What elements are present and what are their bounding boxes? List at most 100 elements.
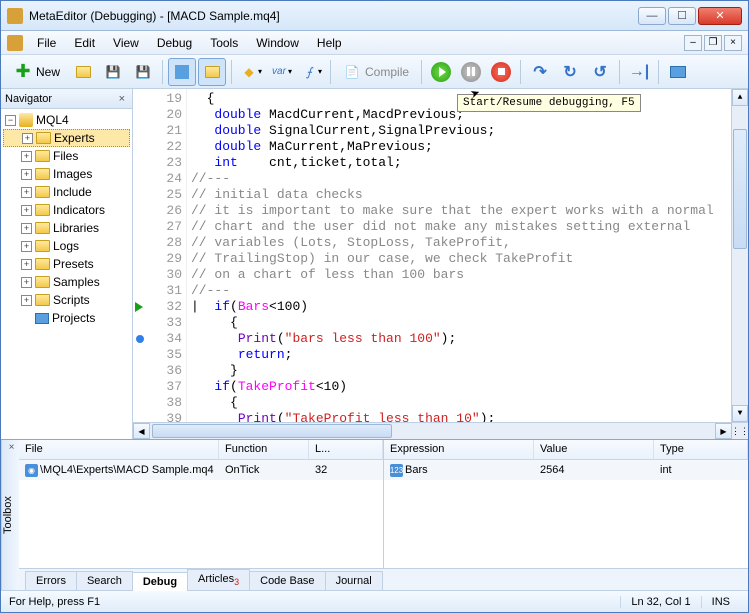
project-icon [35, 313, 49, 324]
tab-errors[interactable]: Errors [25, 571, 77, 590]
open-button[interactable] [69, 58, 97, 86]
stop-debug-button[interactable] [487, 58, 515, 86]
watch-body[interactable]: 123Bars2564int [384, 460, 748, 568]
expand-icon[interactable]: + [21, 205, 32, 216]
mdi-close-button[interactable]: × [724, 35, 742, 51]
scroll-down-button[interactable]: ▼ [732, 405, 748, 422]
toolbox-label: Toolbox × [1, 440, 19, 590]
run-to-button[interactable]: →| [625, 58, 653, 86]
chart-button[interactable] [664, 58, 692, 86]
tree-root[interactable]: −MQL4 [3, 111, 130, 129]
expand-icon[interactable]: + [21, 259, 32, 270]
horizontal-scrollbar[interactable]: ◀ ▶ ⋮⋮ [133, 422, 748, 439]
menu-edit[interactable]: Edit [66, 34, 103, 52]
minimize-button[interactable]: — [638, 7, 666, 25]
expand-icon[interactable]: + [21, 241, 32, 252]
pause-icon [461, 62, 481, 82]
callstack-body[interactable]: ◉\MQL4\Experts\MACD Sample.mq4OnTick32 [19, 460, 383, 568]
separator [231, 60, 232, 84]
tab-search[interactable]: Search [76, 571, 133, 590]
view-navigator-button[interactable] [168, 58, 196, 86]
col-value[interactable]: Value [534, 440, 654, 459]
compile-label: Compile [365, 65, 409, 79]
toolbox-close-button[interactable]: × [6, 442, 17, 453]
collapse-icon[interactable]: − [5, 115, 16, 126]
step-into-button[interactable]: ↷ [526, 58, 554, 86]
menu-debug[interactable]: Debug [149, 34, 200, 52]
view-toolbox-button[interactable] [198, 58, 226, 86]
scroll-up-button[interactable]: ▲ [732, 89, 748, 106]
step-out-icon: ↺ [593, 62, 606, 82]
col-expression[interactable]: Expression [384, 440, 534, 459]
open-icon [74, 63, 92, 81]
save-all-button[interactable]: 💾 [129, 58, 157, 86]
var-button[interactable]: var▾ [267, 58, 295, 86]
expand-icon[interactable]: + [21, 169, 32, 180]
menu-view[interactable]: View [105, 34, 147, 52]
tree-item-images[interactable]: +Images [3, 165, 130, 183]
separator [330, 60, 331, 84]
mdi-minimize-button[interactable]: – [684, 35, 702, 51]
tab-journal[interactable]: Journal [325, 571, 383, 590]
hscroll-thumb[interactable] [152, 424, 392, 438]
new-button[interactable]: ✚ New [7, 58, 67, 86]
tree-item-files[interactable]: +Files [3, 147, 130, 165]
scroll-thumb[interactable] [733, 129, 747, 249]
close-button[interactable]: ✕ [698, 7, 742, 25]
expand-icon[interactable]: + [21, 223, 32, 234]
code-area[interactable]: { double MacdCurrent,MacdPrevious; doubl… [187, 89, 731, 422]
col-file[interactable]: File [19, 440, 219, 459]
toolbox-panel: Toolbox × File Function L... ◉\MQL4\Expe… [1, 439, 748, 590]
tab-debug[interactable]: Debug [132, 572, 188, 591]
splitter-grip[interactable]: ⋮⋮ [732, 423, 748, 439]
tree-item-indicators[interactable]: +Indicators [3, 201, 130, 219]
save-button[interactable]: 💾 [99, 58, 127, 86]
col-type[interactable]: Type [654, 440, 748, 459]
compile-button[interactable]: 📄 Compile [336, 58, 416, 86]
step-out-button[interactable]: ↺ [586, 58, 614, 86]
navigator-tree[interactable]: −MQL4+Experts+Files+Images+Include+Indic… [1, 109, 132, 439]
expand-icon[interactable]: + [21, 151, 32, 162]
tree-item-include[interactable]: +Include [3, 183, 130, 201]
scroll-left-button[interactable]: ◀ [133, 423, 150, 439]
menu-help[interactable]: Help [309, 34, 350, 52]
expand-icon[interactable]: + [22, 133, 33, 144]
scroll-right-button[interactable]: ▶ [715, 423, 732, 439]
tree-item-logs[interactable]: +Logs [3, 237, 130, 255]
tree-item-projects[interactable]: Projects [3, 309, 130, 327]
navigator-close-button[interactable]: × [116, 93, 128, 105]
tree-item-presets[interactable]: +Presets [3, 255, 130, 273]
tab-code-base[interactable]: Code Base [249, 571, 325, 590]
folder-icon [35, 240, 50, 252]
breakpoint-margin[interactable] [133, 89, 149, 422]
folder-icon [35, 276, 50, 288]
stack-row[interactable]: ◉\MQL4\Experts\MACD Sample.mq4OnTick32 [19, 460, 383, 480]
menu-window[interactable]: Window [248, 34, 307, 52]
expand-icon[interactable]: + [21, 187, 32, 198]
maximize-button[interactable]: ☐ [668, 7, 696, 25]
expand-icon[interactable]: + [21, 295, 32, 306]
tab-articles[interactable]: Articles3 [187, 569, 250, 590]
vertical-scrollbar[interactable]: ▲ ▼ [731, 89, 748, 422]
mql-icon [19, 113, 33, 127]
tree-item-experts[interactable]: +Experts [3, 129, 130, 147]
mdi-restore-button[interactable]: ❐ [704, 35, 722, 51]
expand-icon[interactable]: + [21, 277, 32, 288]
watch-row[interactable]: 123Bars2564int [384, 460, 748, 480]
start-debug-button[interactable] [427, 58, 455, 86]
menu-tools[interactable]: Tools [202, 34, 246, 52]
tree-item-scripts[interactable]: +Scripts [3, 291, 130, 309]
pause-debug-button[interactable] [457, 58, 485, 86]
menu-file[interactable]: File [29, 34, 64, 52]
tree-item-libraries[interactable]: +Libraries [3, 219, 130, 237]
bookmark-button[interactable]: ◆▾ [237, 58, 265, 86]
app-menu-icon[interactable] [7, 35, 23, 51]
run-to-icon: →| [629, 63, 649, 81]
compile-icon: 📄 [343, 63, 361, 81]
func-button[interactable]: ⨍▾ [297, 58, 325, 86]
col-function[interactable]: Function [219, 440, 309, 459]
step-into-icon: ↷ [533, 62, 546, 82]
col-line[interactable]: L... [309, 440, 383, 459]
step-over-button[interactable]: ↻ [556, 58, 584, 86]
tree-item-samples[interactable]: +Samples [3, 273, 130, 291]
